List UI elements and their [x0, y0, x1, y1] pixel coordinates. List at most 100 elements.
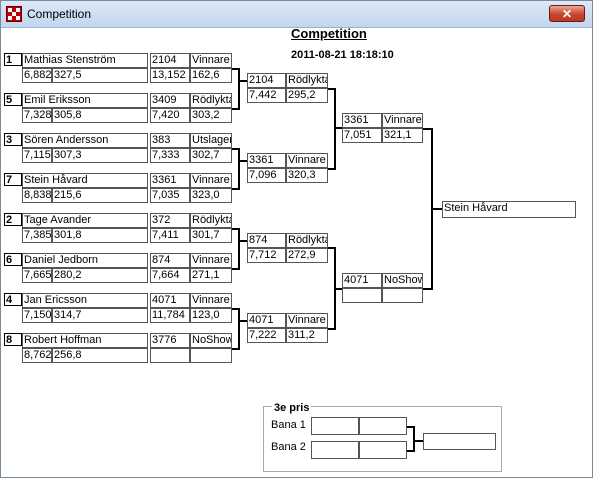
connector: [413, 440, 423, 442]
car-number[interactable]: 3361: [247, 153, 286, 168]
result-status[interactable]: Vinnare: [190, 253, 232, 268]
connector: [334, 88, 336, 170]
window-title: Competition: [27, 7, 92, 21]
close-button[interactable]: ✕: [549, 5, 585, 22]
connector: [413, 426, 415, 452]
elapsed-time[interactable]: 7,420: [150, 108, 190, 123]
connector: [238, 148, 240, 190]
car-number[interactable]: 874: [247, 233, 286, 248]
participant-name[interactable]: Daniel Jedborn: [22, 253, 148, 268]
car-number[interactable]: 3361: [150, 173, 190, 188]
result-status[interactable]: Rödlykta: [190, 93, 232, 108]
trap-speed[interactable]: 311,2: [286, 328, 328, 343]
result-status[interactable]: Vinnare: [190, 53, 232, 68]
elapsed-time[interactable]: 7,712: [247, 248, 286, 263]
car-number[interactable]: 4071: [342, 273, 382, 288]
trap-speed[interactable]: [382, 288, 423, 303]
reaction-time[interactable]: 6,882: [22, 68, 52, 83]
speed[interactable]: 314,7: [52, 308, 148, 323]
lane-2-label: Bana 2: [271, 441, 306, 453]
speed[interactable]: 256,8: [52, 348, 148, 363]
car-number[interactable]: 874: [150, 253, 190, 268]
result-status[interactable]: Utslagen: [190, 133, 232, 148]
reaction-time[interactable]: 8,838: [22, 188, 52, 203]
trap-speed[interactable]: [190, 348, 232, 363]
third-lane2-status[interactable]: [359, 441, 407, 459]
elapsed-time[interactable]: 7,051: [342, 128, 382, 143]
elapsed-time[interactable]: 7,664: [150, 268, 190, 283]
result-status[interactable]: Vinnare: [190, 173, 232, 188]
connector: [238, 80, 247, 82]
page-title: Competition: [291, 26, 367, 41]
participant-name[interactable]: Mathias Stenström: [22, 53, 148, 68]
trap-speed[interactable]: 321,1: [382, 128, 423, 143]
final-winner[interactable]: Stein Håvard: [442, 201, 576, 218]
trap-speed[interactable]: 271,1: [190, 268, 232, 283]
car-number[interactable]: 4071: [247, 313, 286, 328]
result-status[interactable]: Vinnare: [382, 113, 423, 128]
car-number[interactable]: 383: [150, 133, 190, 148]
car-number[interactable]: 2104: [150, 53, 190, 68]
participant-name[interactable]: Emil Eriksson: [22, 93, 148, 108]
speed[interactable]: 307,3: [52, 148, 148, 163]
speed[interactable]: 215,6: [52, 188, 148, 203]
car-number[interactable]: 2104: [247, 73, 286, 88]
third-lane1-num[interactable]: [311, 417, 359, 435]
participant-name[interactable]: Stein Håvard: [22, 173, 148, 188]
result-status[interactable]: Rödlykta: [286, 233, 328, 248]
reaction-time[interactable]: 7,328: [22, 108, 52, 123]
speed[interactable]: 305,8: [52, 108, 148, 123]
connector: [238, 160, 247, 162]
third-lane2-num[interactable]: [311, 441, 359, 459]
connector: [334, 288, 342, 290]
car-number[interactable]: 4071: [150, 293, 190, 308]
third-place-winner[interactable]: [423, 433, 496, 450]
trap-speed[interactable]: 295,2: [286, 88, 328, 103]
elapsed-time[interactable]: 7,222: [247, 328, 286, 343]
result-status[interactable]: Rödlykta: [190, 213, 232, 228]
trap-speed[interactable]: 301,7: [190, 228, 232, 243]
car-number[interactable]: 3409: [150, 93, 190, 108]
trap-speed[interactable]: 320,3: [286, 168, 328, 183]
result-status[interactable]: Vinnare: [286, 153, 328, 168]
result-status[interactable]: Vinnare: [286, 313, 328, 328]
result-status[interactable]: NoShow: [190, 333, 232, 348]
trap-speed[interactable]: 323,0: [190, 188, 232, 203]
elapsed-time[interactable]: [150, 348, 190, 363]
participant-name[interactable]: Sören Andersson: [22, 133, 148, 148]
third-lane1-status[interactable]: [359, 417, 407, 435]
car-number[interactable]: 3361: [342, 113, 382, 128]
trap-speed[interactable]: 123,0: [190, 308, 232, 323]
result-status[interactable]: NoShow: [382, 273, 423, 288]
result-status[interactable]: Rödlykta: [286, 73, 328, 88]
reaction-time[interactable]: 7,150: [22, 308, 52, 323]
seed-number: 6: [4, 253, 22, 266]
reaction-time[interactable]: 8,762: [22, 348, 52, 363]
trap-speed[interactable]: 303,2: [190, 108, 232, 123]
speed[interactable]: 327,5: [52, 68, 148, 83]
reaction-time[interactable]: 7,115: [22, 148, 52, 163]
elapsed-time[interactable]: 7,035: [150, 188, 190, 203]
title-bar[interactable]: Competition ✕: [1, 1, 592, 28]
seed-number: 5: [4, 93, 22, 106]
trap-speed[interactable]: 272,9: [286, 248, 328, 263]
reaction-time[interactable]: 7,665: [22, 268, 52, 283]
result-status[interactable]: Vinnare: [190, 293, 232, 308]
participant-name[interactable]: Tage Avander: [22, 213, 148, 228]
car-number[interactable]: 372: [150, 213, 190, 228]
elapsed-time[interactable]: 11,784: [150, 308, 190, 323]
elapsed-time[interactable]: 7,411: [150, 228, 190, 243]
reaction-time[interactable]: 7,385: [22, 228, 52, 243]
elapsed-time[interactable]: 7,442: [247, 88, 286, 103]
speed[interactable]: 301,8: [52, 228, 148, 243]
trap-speed[interactable]: 302,7: [190, 148, 232, 163]
car-number[interactable]: 3776: [150, 333, 190, 348]
speed[interactable]: 280,2: [52, 268, 148, 283]
trap-speed[interactable]: 162,6: [190, 68, 232, 83]
elapsed-time[interactable]: 13,152: [150, 68, 190, 83]
elapsed-time[interactable]: 7,333: [150, 148, 190, 163]
elapsed-time[interactable]: [342, 288, 382, 303]
participant-name[interactable]: Jan Ericsson: [22, 293, 148, 308]
elapsed-time[interactable]: 7,096: [247, 168, 286, 183]
participant-name[interactable]: Robert Hoffman: [22, 333, 148, 348]
